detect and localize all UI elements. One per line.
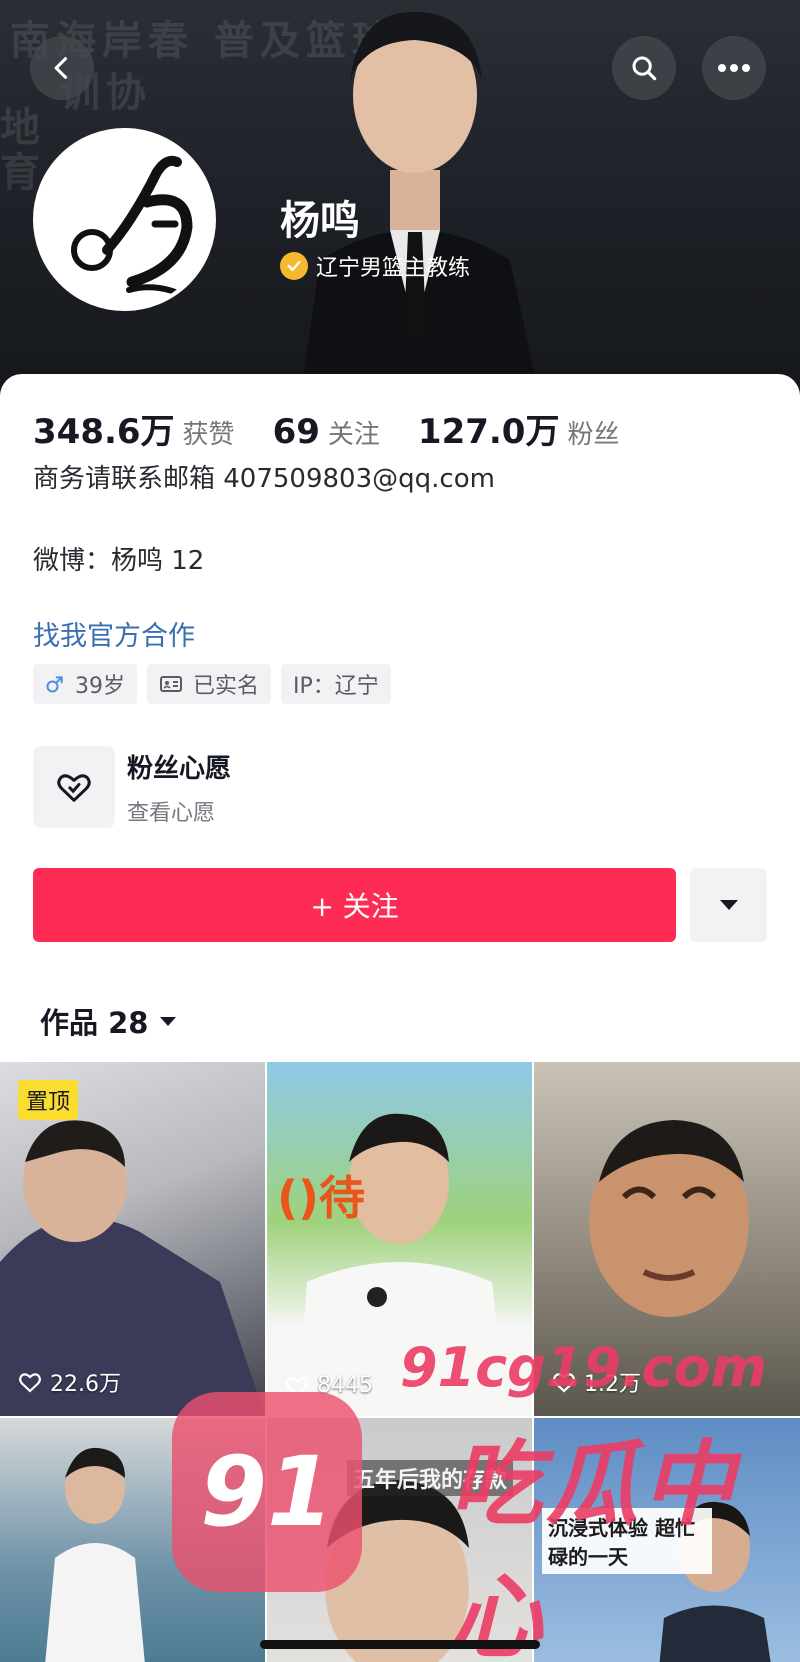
bio-weibo: 微博：杨鸣 12	[33, 546, 205, 576]
back-button[interactable]	[30, 36, 94, 100]
age-tag: 39岁	[33, 664, 137, 704]
following-count[interactable]: 69	[273, 412, 320, 452]
video-tile[interactable]: 1.2万	[534, 1062, 800, 1416]
video-likes-count: 8445	[317, 1373, 373, 1398]
home-indicator[interactable]	[260, 1640, 540, 1649]
heart-icon	[19, 1373, 41, 1393]
works-label: 作品 28	[40, 1006, 149, 1040]
search-icon	[632, 56, 657, 81]
video-thumbnail	[45, 1447, 145, 1662]
official-cooperation-link[interactable]: 找我官方合作	[33, 614, 195, 653]
caret-down-icon	[160, 1017, 177, 1026]
heart-icon	[286, 1376, 308, 1397]
verification-line: 辽宁男篮主教练	[280, 250, 470, 282]
video-likes: 1.2万	[552, 1366, 641, 1398]
avatar[interactable]	[33, 128, 216, 311]
following-label[interactable]: 关注	[328, 414, 380, 451]
video-tile[interactable]: 置顶 22.6万	[0, 1062, 265, 1416]
profile-name: 杨鸣	[280, 198, 360, 244]
real-name-tag: 已实名	[147, 664, 272, 704]
ip-tag: IP：辽宁	[281, 664, 391, 704]
pinned-badge: 置顶	[18, 1080, 79, 1120]
video-grid: 置顶 22.6万 ()待 8445 1.2万 五年后我的存款 沉浸式体验 超忙碌…	[0, 1062, 800, 1662]
profile-cover: 南海岸春 普及篮球 训协 地 育 杨鸣 辽宁男篮主教练	[0, 0, 800, 400]
fan-wish-title: 粉丝心愿	[127, 753, 232, 784]
video-caption: ()待	[277, 1171, 366, 1225]
search-button[interactable]	[612, 36, 676, 100]
video-tile[interactable]: 沉浸式体验 超忙碌的一天	[534, 1418, 800, 1662]
likes-count: 348.6万	[33, 412, 175, 452]
chevron-left-icon	[54, 57, 68, 79]
video-caption: 沉浸式体验 超忙碌的一天	[542, 1508, 712, 1574]
video-tile[interactable]: 五年后我的存款	[267, 1418, 532, 1662]
recommend-dropdown-button[interactable]	[690, 868, 767, 942]
likes-label: 获赞	[182, 420, 235, 450]
follow-button[interactable]: + 关注	[33, 868, 676, 942]
more-options-button[interactable]	[702, 36, 766, 100]
video-likes-count: 22.6万	[50, 1372, 121, 1397]
verification-text: 辽宁男篮主教练	[316, 256, 471, 281]
followers-label[interactable]: 粉丝	[567, 414, 619, 451]
video-tile[interactable]: ()待 8445	[267, 1062, 532, 1416]
real-name-text: 已实名	[193, 674, 260, 699]
triangle-down-icon	[719, 900, 738, 910]
video-likes: 22.6万	[18, 1366, 121, 1398]
verified-badge-icon	[280, 252, 308, 280]
fan-wish-text: 粉丝心愿 查看心愿	[127, 748, 231, 827]
ellipsis-icon	[718, 64, 750, 72]
male-icon	[46, 676, 63, 693]
video-caption: 五年后我的存款	[347, 1460, 514, 1496]
heart-check-icon	[33, 746, 115, 828]
fan-wish-entry[interactable]: 粉丝心愿 查看心愿	[33, 746, 231, 828]
profile-tags: 39岁 已实名 IP：辽宁	[33, 664, 401, 704]
tab-works[interactable]: 作品 28	[40, 1000, 178, 1042]
video-thumbnail	[325, 1480, 469, 1662]
video-thumbnail	[589, 1120, 749, 1317]
avatar-calligraphy-logo	[71, 155, 193, 300]
video-likes-count: 1.2万	[584, 1372, 641, 1397]
id-card-icon	[160, 676, 182, 692]
video-thumbnail	[297, 1113, 507, 1416]
heart-icon	[553, 1373, 575, 1393]
age-text: 39岁	[75, 674, 125, 699]
bio-business-email: 商务请联系邮箱 407509803@qq.com	[33, 464, 495, 494]
ip-text: IP：辽宁	[293, 674, 379, 699]
followers-count[interactable]: 127.0万	[418, 404, 560, 453]
fan-wish-subtitle: 查看心愿	[127, 800, 216, 826]
video-tile[interactable]	[0, 1418, 265, 1662]
stats-row: 348.6万 获赞 69 关注 127.0万 粉丝	[33, 404, 657, 453]
video-likes: 8445	[285, 1373, 373, 1398]
